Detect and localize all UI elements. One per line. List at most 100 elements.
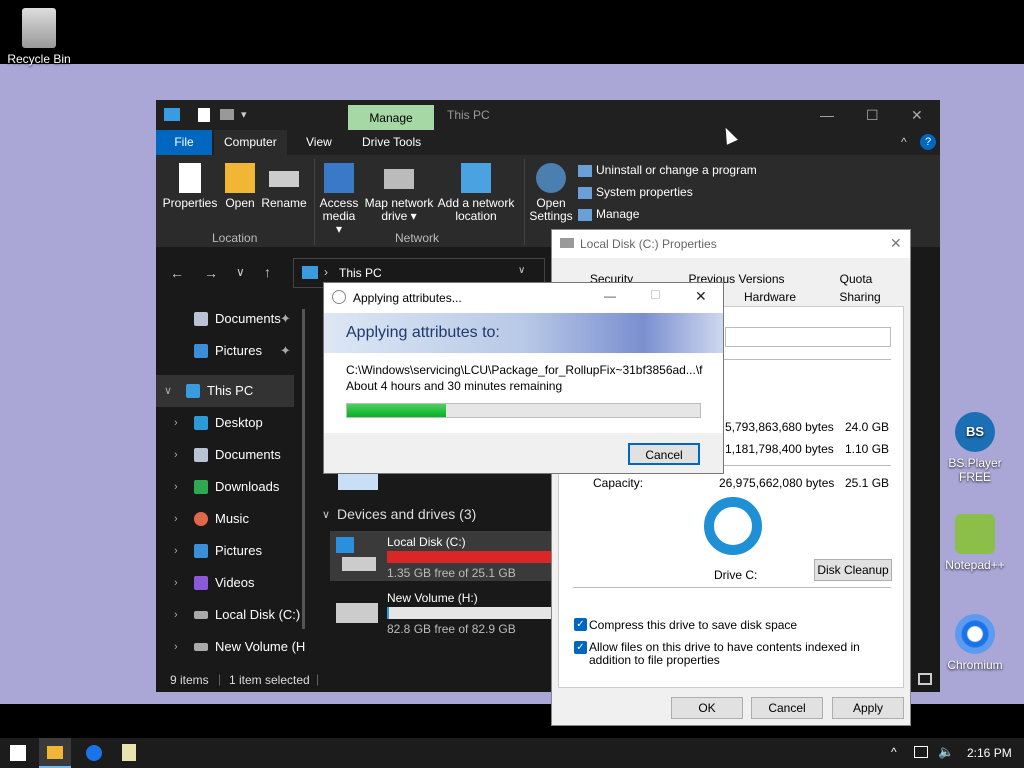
manage-link[interactable]: Manage bbox=[578, 207, 639, 221]
chromium-label: Chromium bbox=[947, 658, 1003, 672]
desktop-icon bbox=[194, 416, 208, 430]
drive-label-input[interactable] bbox=[725, 327, 891, 347]
tab-hardware[interactable]: Hardware bbox=[724, 288, 816, 306]
desktop-top bbox=[0, 0, 1024, 64]
taskbar-notepad-icon[interactable] bbox=[122, 744, 136, 761]
drive-icon bbox=[194, 611, 208, 619]
notepadpp-label: Notepad++ bbox=[945, 558, 1005, 572]
uninstall-label: Uninstall or change a program bbox=[596, 163, 757, 177]
drive-c-usage-fill bbox=[387, 551, 552, 563]
music-icon bbox=[194, 512, 208, 526]
close-button[interactable]: ✕ bbox=[911, 107, 923, 124]
tab-file[interactable]: File bbox=[156, 130, 212, 155]
programs-icon bbox=[578, 164, 592, 177]
ok-button[interactable]: OK bbox=[671, 697, 743, 719]
drive-tile-c[interactable]: Local Disk (C:) 1.35 GB free of 25.1 GB bbox=[330, 531, 560, 581]
desktop-icon-notepadpp[interactable]: Notepad++ bbox=[937, 514, 1013, 572]
manage-icon bbox=[578, 208, 592, 221]
index-checkbox[interactable]: ✓ bbox=[574, 641, 587, 654]
chevron-right-icon: › bbox=[174, 577, 178, 589]
clock[interactable]: 2:16 PM bbox=[967, 746, 1012, 760]
this-pc-nav-icon bbox=[186, 384, 200, 398]
nav-item-documents-pinned[interactable]: Documents ✦ bbox=[156, 303, 306, 335]
capacity-bytes: 26,975,662,080 bytes bbox=[719, 476, 835, 490]
open-settings-label-1: Open bbox=[536, 196, 566, 210]
back-button[interactable]: ← bbox=[170, 265, 184, 281]
cancel-button[interactable]: Cancel bbox=[628, 443, 700, 465]
large-icons-view-icon[interactable] bbox=[918, 673, 932, 685]
add-network-location-button[interactable]: Add a network location bbox=[436, 163, 516, 223]
recycle-bin-label: Recycle Bin bbox=[7, 52, 71, 66]
start-windows-icon[interactable] bbox=[10, 745, 26, 761]
manage-label: Manage bbox=[596, 207, 640, 221]
help-icon[interactable]: ? bbox=[920, 134, 936, 150]
collapse-ribbon-icon[interactable]: ^ bbox=[901, 135, 907, 149]
nav-item-local-disk[interactable]: › Local Disk (C:) bbox=[156, 599, 306, 631]
nav-item-desktop[interactable]: › Desktop bbox=[156, 407, 306, 439]
close-icon[interactable]: ✕ bbox=[890, 235, 902, 252]
access-media-button[interactable]: Access media ▾ bbox=[318, 163, 360, 236]
recent-locations-button[interactable]: ∨ bbox=[236, 265, 245, 279]
disk-usage-donut bbox=[704, 497, 762, 555]
apply-button[interactable]: Apply bbox=[832, 697, 904, 719]
rename-button[interactable]: Rename bbox=[260, 163, 308, 210]
nav-item-pictures[interactable]: › Pictures bbox=[156, 535, 306, 567]
uninstall-program-link[interactable]: Uninstall or change a program bbox=[578, 163, 757, 177]
nav-item-pictures-pinned[interactable]: Pictures ✦ bbox=[156, 335, 306, 367]
network-drive-icon bbox=[384, 169, 414, 189]
nav-label: Music bbox=[215, 511, 249, 526]
volume-muted-icon[interactable]: 🔈 bbox=[938, 744, 954, 760]
compress-checkbox[interactable]: ✓ bbox=[574, 618, 587, 631]
minimize-button[interactable]: — bbox=[604, 289, 616, 303]
status-items: 9 items bbox=[170, 673, 209, 687]
up-button[interactable]: ↑ bbox=[264, 264, 271, 280]
nav-item-new-volume[interactable]: › New Volume (H bbox=[156, 631, 306, 663]
progress-fill bbox=[347, 404, 446, 417]
disk-cleanup-button[interactable]: Disk Cleanup bbox=[814, 559, 892, 581]
taskbar-explorer-button[interactable] bbox=[39, 738, 71, 768]
tab-quota[interactable]: Quota bbox=[810, 270, 902, 288]
system-properties-link[interactable]: System properties bbox=[578, 185, 693, 199]
minimize-button[interactable]: — bbox=[820, 107, 834, 123]
tray-overflow-icon[interactable]: ^ bbox=[891, 745, 897, 759]
forward-button[interactable]: → bbox=[204, 265, 218, 281]
capacity-label: Capacity: bbox=[593, 476, 644, 490]
tab-manage-context[interactable]: Manage bbox=[348, 105, 434, 131]
bsplayer-icon: BS bbox=[955, 412, 995, 452]
nav-item-downloads[interactable]: › Downloads bbox=[156, 471, 306, 503]
cancel-button[interactable]: Cancel bbox=[751, 697, 823, 719]
nav-item-documents[interactable]: › Documents bbox=[156, 439, 306, 471]
properties-title: Local Disk (C:) Properties bbox=[580, 237, 717, 251]
rename-icon bbox=[269, 171, 299, 187]
network-icon[interactable] bbox=[914, 746, 928, 758]
nav-item-this-pc[interactable]: ∨ This PC bbox=[156, 375, 294, 407]
tab-drive-tools[interactable]: Drive Tools bbox=[352, 130, 431, 155]
maximize-button[interactable]: ☐ bbox=[866, 107, 879, 124]
address-dropdown-icon[interactable]: ∨ bbox=[518, 265, 525, 276]
nav-scrollbar[interactable] bbox=[302, 309, 305, 629]
properties-qat-icon[interactable] bbox=[198, 108, 210, 122]
taskbar-chromium-icon[interactable] bbox=[86, 745, 102, 761]
new-folder-qat-icon[interactable] bbox=[220, 109, 234, 120]
map-network-drive-button[interactable]: Map network drive ▾ bbox=[362, 163, 436, 223]
tab-computer[interactable]: Computer bbox=[214, 130, 287, 155]
desktop-icon-bsplayer[interactable]: BS BS.Player FREE bbox=[937, 412, 1013, 484]
nav-item-videos[interactable]: › Videos bbox=[156, 567, 306, 599]
collapse-group-icon[interactable]: ∨ bbox=[322, 508, 330, 521]
open-settings-button[interactable]: Open Settings bbox=[528, 163, 574, 223]
properties-button[interactable]: Properties bbox=[162, 163, 218, 210]
desktop-icon-chromium[interactable]: Chromium bbox=[937, 614, 1013, 672]
tab-view[interactable]: View bbox=[296, 130, 342, 155]
folder-open-icon bbox=[225, 163, 255, 193]
nav-item-music[interactable]: › Music bbox=[156, 503, 306, 535]
open-button[interactable]: Open bbox=[220, 163, 260, 210]
devices-group-header[interactable]: Devices and drives (3) bbox=[337, 506, 476, 522]
index-label: Allow files on this drive to have conten… bbox=[589, 640, 860, 667]
add-location-label-2: location bbox=[455, 209, 497, 223]
system-properties-label: System properties bbox=[596, 185, 693, 199]
drive-tile-h[interactable]: New Volume (H:) 82.8 GB free of 82.9 GB bbox=[330, 589, 560, 639]
qat-dropdown-icon[interactable]: ▾ bbox=[241, 108, 247, 121]
desktop-icon-recycle-bin[interactable]: Recycle Bin bbox=[1, 8, 77, 66]
tab-sharing[interactable]: Sharing bbox=[818, 288, 902, 306]
close-icon[interactable]: ✕ bbox=[695, 288, 707, 305]
